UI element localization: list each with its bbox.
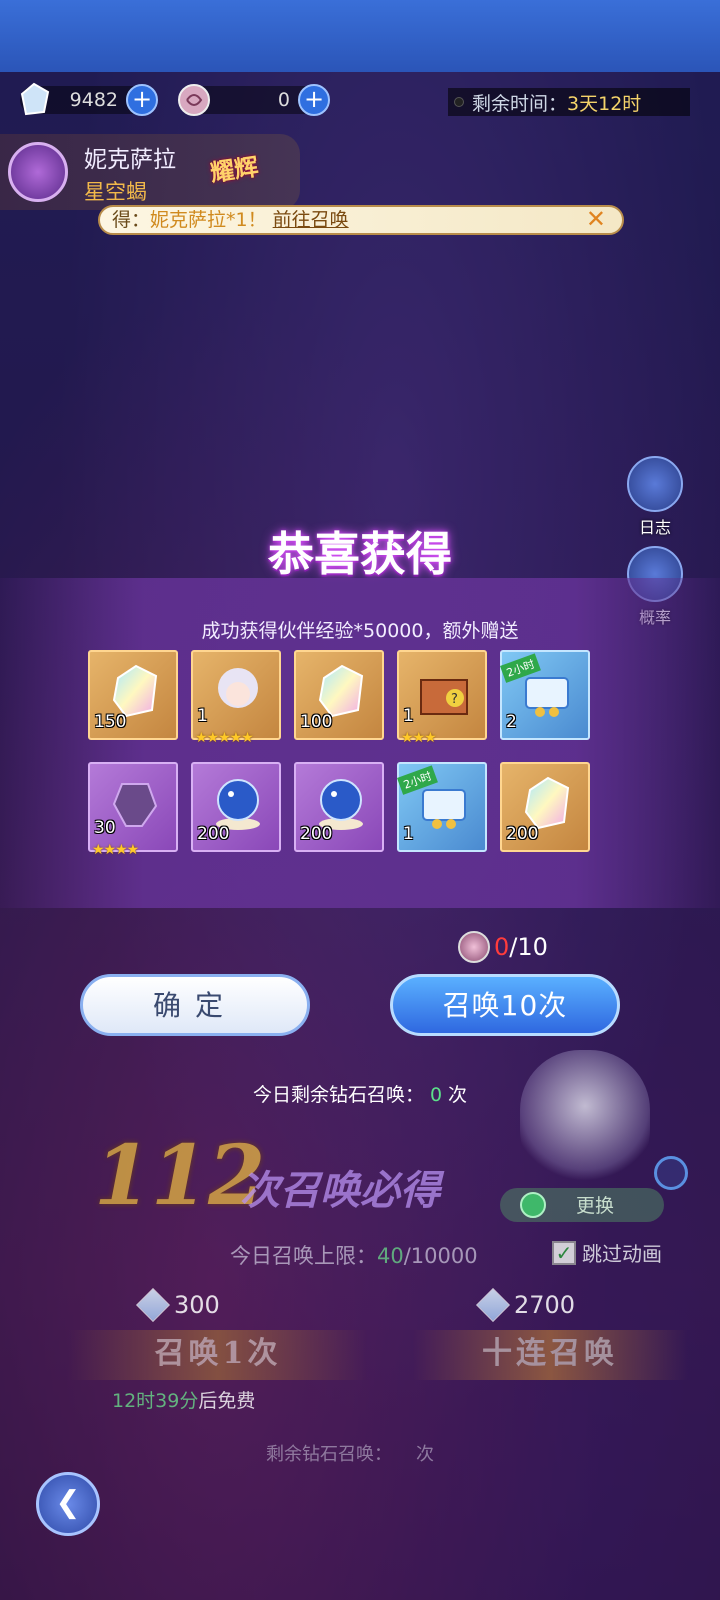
skip-animation-toggle[interactable]: ✓ 跳过动画 (552, 1238, 662, 1267)
free-time: 12时39分 (112, 1390, 199, 1412)
summon-token-icon (458, 931, 490, 963)
timer-dot (454, 97, 464, 107)
swap-hero-button[interactable]: 更换 (500, 1188, 664, 1222)
reward-subtitle: 成功获得伙伴经验*50000，额外赠送 (201, 620, 519, 642)
notice-hero: 妮克萨拉*1 (150, 209, 248, 231)
reward-item[interactable]: 1 ★★★★★ (191, 650, 281, 746)
remain-label: 今日剩余钻石召唤： (252, 1084, 424, 1106)
reward-quantity: 150 (94, 712, 127, 732)
currency-summon-token: 0 + (178, 84, 330, 116)
hero-name: 妮克萨拉 (84, 147, 176, 173)
free-summon-timer: 12时39分后免费 (112, 1386, 255, 1413)
gem-icon (14, 80, 54, 120)
summon-1-button[interactable]: 召唤1次 (68, 1330, 368, 1380)
top-status-bar (0, 0, 720, 72)
reward-item[interactable]: 150 (88, 650, 178, 740)
reward-panel: 成功获得伙伴经验*50000，额外赠送 150 1 ★★★★★ 100? 1 ★★★ 2小时… (0, 578, 720, 908)
limit-label: 今日召唤上限： (230, 1244, 377, 1268)
single-summon-cost: 300 (136, 1288, 220, 1322)
remaining-diamond-summons-bg: 剩余钻石召唤： 次 (266, 1440, 434, 1466)
reward-quantity: 1 (403, 706, 414, 726)
back-button[interactable]: ❮ (36, 1472, 100, 1536)
reward-quantity: 30 (94, 818, 116, 838)
hero-emblem-icon (8, 142, 68, 202)
cost-one-value: 300 (174, 1291, 220, 1319)
reward-quantity: 200 (506, 824, 539, 844)
reward-quantity: 100 (300, 712, 333, 732)
refresh-icon (520, 1192, 546, 1218)
remain2-label: 剩余钻石召唤： (266, 1444, 392, 1465)
star-rating: ★★★★★ (195, 730, 254, 746)
swap-label: 更换 (576, 1195, 615, 1217)
summon-ten-button[interactable]: 十连召唤 (412, 1330, 688, 1380)
reward-quantity: 2 (506, 712, 517, 732)
reward-quantity: 1 (403, 824, 414, 844)
featured-hero-banner[interactable]: 妮克萨拉 星空蝎 耀辉 (0, 134, 300, 210)
event-timer: 剩余时间： 3天12时 (448, 88, 690, 116)
mystery-box-icon: ? (417, 664, 471, 720)
reward-quantity: 1 (197, 706, 208, 726)
currency-gem: 9482 + (20, 82, 158, 116)
shard-icon (108, 776, 162, 832)
chibi-hero-portrait (520, 1050, 650, 1190)
reward-item[interactable]: 30 ★★★★ (88, 762, 178, 858)
reward-item[interactable]: 200 (500, 762, 590, 852)
cost-ten-value: 2700 (514, 1291, 576, 1319)
reward-item[interactable]: ? 1 ★★★ (397, 650, 487, 746)
guarantee-text: 次召唤必得 (240, 1167, 440, 1214)
summon-10-button[interactable]: 召唤10次 (390, 974, 620, 1036)
checkbox-checked-icon: ✓ (552, 1240, 576, 1265)
reward-item[interactable]: 200 (191, 762, 281, 852)
svg-text:?: ? (451, 692, 458, 707)
hero-rarity-badge: 耀辉 (208, 151, 261, 188)
free-suffix: 后免费 (198, 1390, 256, 1412)
ten-summon-cost: 2700 (476, 1288, 576, 1322)
goto-summon-link[interactable]: 前往召唤 (273, 209, 349, 231)
counter-current: 0 (494, 933, 510, 961)
confirm-button[interactable]: 确定 (80, 974, 310, 1036)
hero-title: 星空蝎 (84, 180, 147, 204)
limit-used: 40 (377, 1244, 404, 1268)
reward-title: 恭喜获得 (268, 527, 452, 581)
summon-counter: 0 /10 (458, 930, 548, 964)
gem-icon (476, 1288, 510, 1322)
remain-value: 0 (429, 1084, 443, 1106)
counter-total: /10 (509, 933, 548, 961)
hero-portrait-icon (211, 664, 265, 720)
add-token-button[interactable]: + (298, 84, 330, 116)
remain-unit: 次 (448, 1084, 468, 1106)
reward-quantity: 200 (197, 824, 230, 844)
search-icon[interactable] (654, 1156, 688, 1190)
reward-item[interactable]: 2小时 1 (397, 762, 487, 852)
summon-token-icon (174, 80, 214, 120)
reward-item[interactable]: 200 (294, 762, 384, 852)
skip-label: 跳过动画 (582, 1242, 662, 1266)
reward-item[interactable]: 2小时 2 (500, 650, 590, 740)
reward-quantity: 200 (300, 824, 333, 844)
star-rating: ★★★ (401, 730, 437, 746)
timer-value: 3天12时 (567, 92, 642, 115)
reward-item[interactable]: 100 (294, 650, 384, 740)
notice-prefix: 得： (112, 209, 151, 231)
remain2-unit: 次 (416, 1444, 434, 1465)
star-rating: ★★★★ (92, 842, 139, 858)
close-notice-icon[interactable]: ✕ (586, 206, 606, 232)
add-gem-button[interactable]: + (126, 84, 158, 116)
timer-label: 剩余时间： (472, 92, 568, 115)
daily-summon-limit: 今日召唤上限：40/10000 (230, 1240, 478, 1270)
gem-icon (136, 1288, 170, 1322)
notice-exclamation: ！ (247, 209, 267, 231)
log-icon (627, 456, 683, 512)
obtain-notice: 得：妮克萨拉*1！ 前往召唤 ✕ (98, 205, 624, 235)
limit-total: /10000 (403, 1244, 478, 1268)
